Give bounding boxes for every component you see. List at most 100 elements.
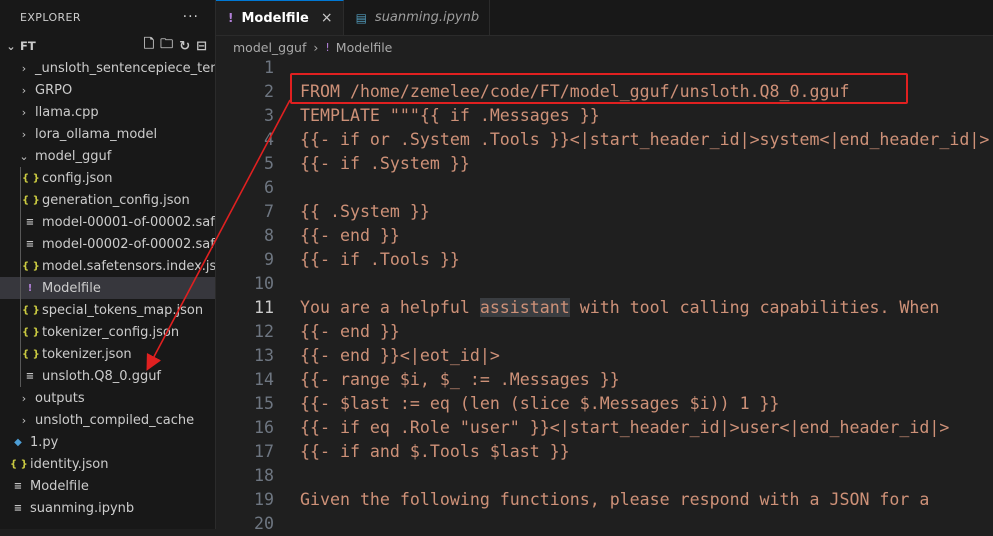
tree-item[interactable]: › _unsloth_sentencepiece_temp	[0, 57, 215, 79]
file-tree: ⌄ FT 🗋 🗀 ↻ ⊟ › _unsloth_sentencepiece_tem…	[0, 35, 215, 519]
explorer-sidebar: EXPLORER ··· ⌄ FT 🗋 🗀 ↻ ⊟ › _unsloth_sent…	[0, 0, 216, 529]
root-folder-ft[interactable]: ⌄ FT 🗋 🗀 ↻ ⊟	[0, 35, 215, 57]
code-text: Given the following functions, please re…	[300, 490, 930, 509]
json-file-icon: { }	[10, 458, 28, 470]
code-text: {{- if .Tools }}	[300, 250, 460, 269]
chevron-down-icon: ⌄	[19, 149, 29, 163]
code-line: 17 {{- if and $.Tools $last }}	[216, 440, 993, 464]
line-number: 16	[254, 418, 274, 437]
tree-item[interactable]: { } generation_config.json	[0, 189, 215, 211]
chevron-right-icon: ›	[21, 127, 27, 141]
code-text: {{- end }}	[300, 322, 400, 341]
tree-item[interactable]: ≡ model-00002-of-00002.saf...	[0, 233, 215, 255]
tree-item[interactable]: { } tokenizer.json	[0, 343, 215, 365]
word-highlight: assistant	[479, 298, 570, 317]
root-actions: 🗋 🗀 ↻ ⊟	[144, 35, 207, 57]
modelfile-icon: !	[325, 40, 330, 54]
code-line: 19 Given the following functions, please …	[216, 488, 993, 512]
indent-guide	[20, 211, 21, 233]
json-file-icon: { }	[22, 260, 40, 272]
code-line: 18	[216, 464, 993, 488]
file-icon: ≡	[25, 216, 35, 228]
line-number: 12	[254, 322, 274, 341]
code-text: TEMPLATE """{{ if .Messages }}	[300, 106, 600, 125]
line-number: 15	[254, 394, 274, 413]
indent-guide	[20, 277, 21, 299]
tree-item[interactable]: ≡ Modelfile	[0, 475, 215, 497]
close-icon[interactable]: ×	[321, 10, 333, 26]
tree-item-label: outputs	[35, 390, 85, 406]
json-file-icon: { }	[22, 326, 40, 338]
tab-suanming[interactable]: ▤ suanming.ipynb	[344, 0, 491, 35]
new-folder-icon[interactable]: 🗀	[160, 35, 173, 57]
python-file-icon: ◆	[14, 436, 22, 448]
code-line: 12 {{- end }}	[216, 320, 993, 344]
line-number: 6	[264, 178, 274, 197]
tree-item[interactable]: ≡ unsloth.Q8_0.gguf	[0, 365, 215, 387]
line-number: 18	[254, 466, 274, 485]
file-icon: ≡	[13, 502, 23, 514]
more-actions-icon[interactable]: ···	[183, 9, 199, 25]
root-folder-label: FT	[20, 39, 36, 53]
tree-item[interactable]: { } config.json	[0, 167, 215, 189]
code-line: 7 {{ .System }}	[216, 200, 993, 224]
code-text: {{- range $i, $_ := .Messages }}	[300, 370, 620, 389]
breadcrumb-file[interactable]: Modelfile	[336, 40, 393, 55]
tree-item-label: suanming.ipynb	[30, 500, 135, 516]
line-number: 13	[254, 346, 274, 365]
tree-item[interactable]: ⌄ model_gguf	[0, 145, 215, 167]
code-text: {{- if and $.Tools $last }}	[300, 442, 570, 461]
code-editor[interactable]: 1 2 FROM /home/zemelee/code/FT/model_gguf/…	[216, 58, 993, 533]
tree-item-label: unsloth.Q8_0.gguf	[42, 368, 162, 384]
code-line: 11 You are a helpful assistant with tool …	[216, 296, 993, 320]
line-number: 8	[264, 226, 274, 245]
code-line: 15 {{- $last := eq (len (slice $.Messages…	[216, 392, 993, 416]
tree-item[interactable]: ≡ suanming.ipynb	[0, 497, 215, 519]
indent-guide	[20, 167, 21, 189]
tree-item[interactable]: { } special_tokens_map.json	[0, 299, 215, 321]
tree-item[interactable]: › outputs	[0, 387, 215, 409]
tree-item-label: llama.cpp	[35, 104, 99, 120]
line-number: 14	[254, 370, 274, 389]
code-text: {{- end }}<|eot_id|>	[300, 346, 500, 365]
tree-item-label: special_tokens_map.json	[42, 302, 204, 318]
chevron-right-icon: ›	[21, 61, 27, 75]
tree-item-label: Modelfile	[30, 478, 89, 494]
collapse-all-icon[interactable]: ⊟	[196, 39, 207, 54]
indent-guide	[20, 233, 21, 255]
breadcrumb-folder[interactable]: model_gguf	[233, 40, 306, 55]
json-file-icon: { }	[22, 348, 40, 360]
json-file-icon: { }	[22, 194, 40, 206]
new-file-icon[interactable]: 🗋	[144, 35, 154, 57]
tab-modelfile[interactable]: ! Modelfile ×	[216, 0, 344, 35]
code-text: {{- $last := eq (len (slice $.Messages $…	[300, 394, 780, 413]
tree-item-label: model_gguf	[35, 148, 112, 164]
indent-guide	[20, 365, 21, 387]
code-text: {{ .System }}	[300, 202, 430, 221]
code-line: 14 {{- range $i, $_ := .Messages }}	[216, 368, 993, 392]
tree-item[interactable]: › GRPO	[0, 79, 215, 101]
line-number: 20	[254, 514, 274, 533]
tree-item-label: GRPO	[35, 82, 73, 98]
tree-item[interactable]: ◆ 1.py	[0, 431, 215, 453]
tree-item-label: config.json	[42, 170, 113, 186]
tree-item[interactable]: { } tokenizer_config.json	[0, 321, 215, 343]
chevron-down-icon: ⌄	[6, 39, 16, 53]
tree-item[interactable]: ≡ model-00001-of-00002.saf...	[0, 211, 215, 233]
code-line: 8 {{- end }}	[216, 224, 993, 248]
file-icon: ≡	[13, 480, 23, 492]
tree-item[interactable]: › lora_ollama_model	[0, 123, 215, 145]
line-number: 3	[264, 106, 274, 125]
tree-item-label: _unsloth_sentencepiece_temp	[35, 60, 215, 76]
tree-item[interactable]: › unsloth_compiled_cache	[0, 409, 215, 431]
chevron-right-icon: ›	[21, 83, 27, 97]
chevron-right-icon: ›	[21, 391, 27, 405]
tree-item[interactable]: { } model.safetensors.index.json	[0, 255, 215, 277]
tree-item[interactable]: › llama.cpp	[0, 101, 215, 123]
code-text-segment: You are a helpful	[300, 298, 480, 317]
tree-item[interactable]: { } identity.json	[0, 453, 215, 475]
tree-item[interactable]: ! Modelfile	[0, 277, 215, 299]
tree-item-label: model-00002-of-00002.saf...	[42, 236, 215, 252]
explorer-title: EXPLORER	[20, 10, 81, 24]
refresh-icon[interactable]: ↻	[179, 39, 190, 54]
